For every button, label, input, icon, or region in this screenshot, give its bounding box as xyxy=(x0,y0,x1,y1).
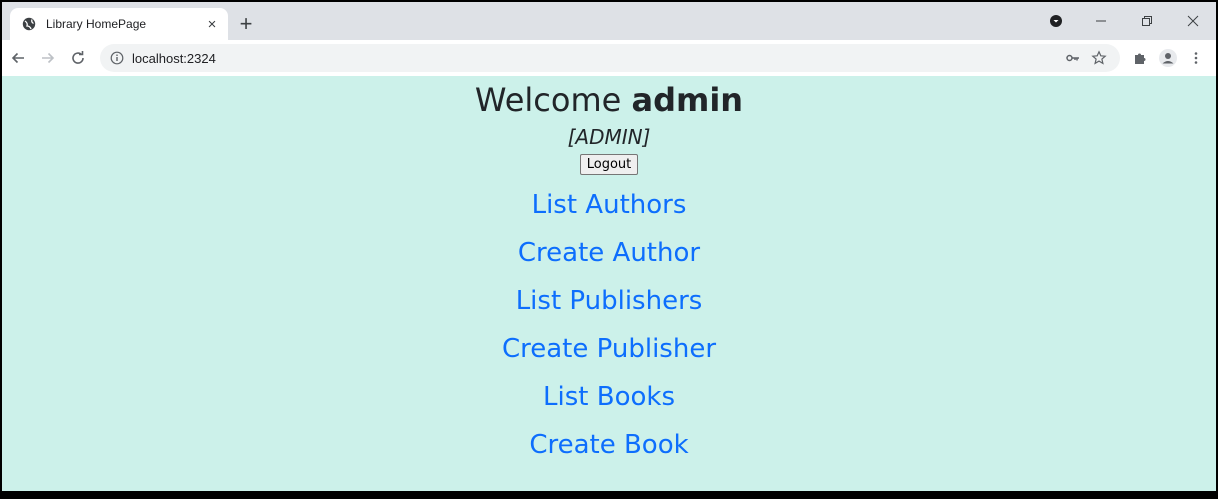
main-menu: List Authors Create Author List Publishe… xyxy=(2,181,1216,469)
user-role: [ADMIN] xyxy=(567,125,651,149)
list-books-link[interactable]: List Books xyxy=(2,373,1216,421)
omnibox-actions xyxy=(1060,45,1112,71)
create-publisher-link[interactable]: Create Publisher xyxy=(2,325,1216,373)
minimize-icon[interactable] xyxy=(1078,2,1124,40)
browser-toolbar: localhost:2324 xyxy=(2,40,1216,76)
username: admin xyxy=(631,81,744,119)
tab-library-homepage[interactable]: Library HomePage × xyxy=(10,8,228,40)
tab-close-icon[interactable]: × xyxy=(204,16,220,33)
address-bar[interactable]: localhost:2324 xyxy=(100,44,1120,72)
chrome-profile-icon[interactable] xyxy=(1034,2,1078,40)
url-text: localhost:2324 xyxy=(132,50,216,66)
welcome-heading: Welcome admin xyxy=(2,80,1216,120)
tab-title: Library HomePage xyxy=(46,17,147,31)
create-author-link[interactable]: Create Author xyxy=(2,229,1216,277)
back-arrow-icon[interactable] xyxy=(4,44,32,72)
page-content: Welcome admin [ADMIN] Logout List Author… xyxy=(2,76,1216,491)
logout-button[interactable]: Logout xyxy=(579,154,639,175)
reload-icon[interactable] xyxy=(64,44,92,72)
new-tab-button[interactable]: + xyxy=(234,11,258,36)
create-book-link[interactable]: Create Book xyxy=(2,421,1216,469)
list-authors-link[interactable]: List Authors xyxy=(2,181,1216,229)
profile-avatar-icon[interactable] xyxy=(1154,44,1182,72)
welcome-prefix: Welcome xyxy=(474,81,632,119)
tab-strip: Library HomePage × + xyxy=(2,2,1216,40)
forward-arrow-icon[interactable] xyxy=(34,44,62,72)
star-icon[interactable] xyxy=(1086,45,1112,71)
list-publishers-link[interactable]: List Publishers xyxy=(2,277,1216,325)
browser-window: Library HomePage × + localhost:2324 Welc… xyxy=(0,0,1218,499)
toolbar-actions xyxy=(1126,44,1210,72)
extensions-puzzle-icon[interactable] xyxy=(1126,44,1154,72)
close-window-icon[interactable] xyxy=(1170,2,1216,40)
key-icon[interactable] xyxy=(1060,45,1086,71)
window-controls xyxy=(1034,2,1216,40)
kebab-menu-icon[interactable] xyxy=(1182,44,1210,72)
globe-icon xyxy=(22,17,36,31)
info-icon[interactable] xyxy=(110,51,124,65)
restore-icon[interactable] xyxy=(1124,2,1170,40)
